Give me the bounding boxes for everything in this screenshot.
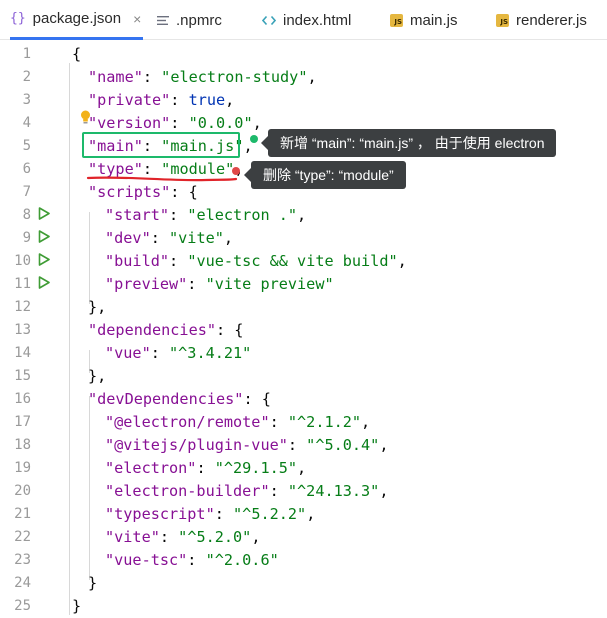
line-number: 14	[14, 345, 31, 361]
indent-guide	[89, 396, 90, 580]
code-line: "scripts": {	[88, 183, 198, 201]
code-line: "devDependencies": {	[88, 390, 271, 408]
green-marker-dot	[250, 135, 258, 143]
tab-label: .npmrc	[176, 11, 222, 29]
code-line: "electron-builder": "^24.13.3",	[105, 482, 389, 500]
braces-icon: {}	[10, 11, 26, 26]
code-line: },	[88, 298, 107, 316]
tab-label: package.json	[32, 10, 122, 27]
tab-label: index.html	[283, 11, 352, 29]
annotation-remove-type: 删除 “type”: “module”	[244, 161, 406, 189]
red-marker-dot	[232, 167, 240, 175]
code-line: "name": "electron-study",	[88, 68, 317, 86]
line-number: 2	[22, 69, 31, 85]
line-number: 9	[22, 230, 31, 246]
code-line: "vue": "^3.4.21"	[105, 344, 252, 362]
editor-tab-bar: {} package.json × .npmrc index.html JS m…	[0, 0, 607, 40]
line-number: 6	[22, 161, 31, 177]
js-file-icon: JS	[390, 13, 403, 27]
code-line: }	[72, 597, 82, 615]
code-line: "start": "electron .",	[105, 206, 307, 224]
code-line: }	[88, 574, 98, 592]
tab-renderer-js[interactable]: JS renderer.js	[496, 0, 587, 40]
code-line: "build": "vue-tsc && vite build",	[105, 252, 407, 270]
line-number: 16	[14, 391, 31, 407]
line-number: 17	[14, 414, 31, 430]
line-number: 12	[14, 299, 31, 315]
line-number: 7	[22, 184, 31, 200]
code-line: "@vitejs/plugin-vue": "^5.0.4",	[105, 436, 389, 454]
run-script-icon[interactable]	[38, 207, 50, 220]
line-number: 1	[22, 46, 31, 62]
line-number: 15	[14, 368, 31, 384]
run-script-icon[interactable]	[38, 276, 50, 289]
run-script-icon[interactable]	[38, 230, 50, 243]
tab-main-js[interactable]: JS main.js	[390, 0, 458, 40]
line-number: 13	[14, 322, 31, 338]
js-file-icon: JS	[496, 13, 509, 27]
code-line: {	[72, 45, 82, 63]
line-number: 21	[14, 506, 31, 522]
tab-label: main.js	[410, 11, 458, 29]
code-line: "electron": "^29.1.5",	[105, 459, 307, 477]
indent-guide	[69, 63, 70, 615]
code-line: "@electron/remote": "^2.1.2",	[105, 413, 371, 431]
text-file-icon	[157, 15, 169, 26]
line-number: 18	[14, 437, 31, 453]
line-number: 10	[14, 253, 31, 269]
line-number: 3	[22, 92, 31, 108]
tab-label: renderer.js	[516, 11, 587, 29]
line-number: 25	[14, 598, 31, 614]
line-number: 8	[22, 207, 31, 223]
code-line: "vue-tsc": "^2.0.6"	[105, 551, 279, 569]
code-line: "preview": "vite preview"	[105, 275, 334, 293]
line-number: 11	[14, 276, 31, 292]
highlight-box-main	[82, 132, 240, 158]
code-line: "dev": "vite",	[105, 229, 234, 247]
tab-package-json[interactable]: {} package.json ×	[10, 0, 143, 40]
code-editor[interactable]: 1 2 3 4 5 6 7 8 9 10 11 12 13 14 15 16 17 18 19 20 21 22 23 24 2…	[0, 40, 607, 618]
run-script-icon[interactable]	[38, 253, 50, 266]
line-number: 19	[14, 460, 31, 476]
code-line: "dependencies": {	[88, 321, 244, 339]
tab-index-html[interactable]: index.html	[262, 0, 351, 40]
code-line: "vite": "^5.2.0",	[105, 528, 261, 546]
line-number: 23	[14, 552, 31, 568]
line-number: 20	[14, 483, 31, 499]
indent-guide	[89, 212, 90, 304]
annotation-add-main: 新增 “main”: “main.js” ， 由于使用 electron	[260, 129, 557, 157]
line-number: 4	[22, 115, 31, 131]
code-line: "private": true,	[88, 91, 235, 109]
html-icon	[262, 15, 276, 26]
code-line: "typescript": "^5.2.2",	[105, 505, 316, 523]
close-icon[interactable]: ×	[133, 11, 141, 27]
code-line: },	[88, 367, 107, 385]
line-number: 22	[14, 529, 31, 545]
lightbulb-icon[interactable]	[80, 110, 91, 125]
line-number: 24	[14, 575, 31, 591]
tab-npmrc[interactable]: .npmrc	[157, 0, 222, 40]
red-underline	[86, 176, 238, 182]
line-number: 5	[22, 138, 31, 154]
